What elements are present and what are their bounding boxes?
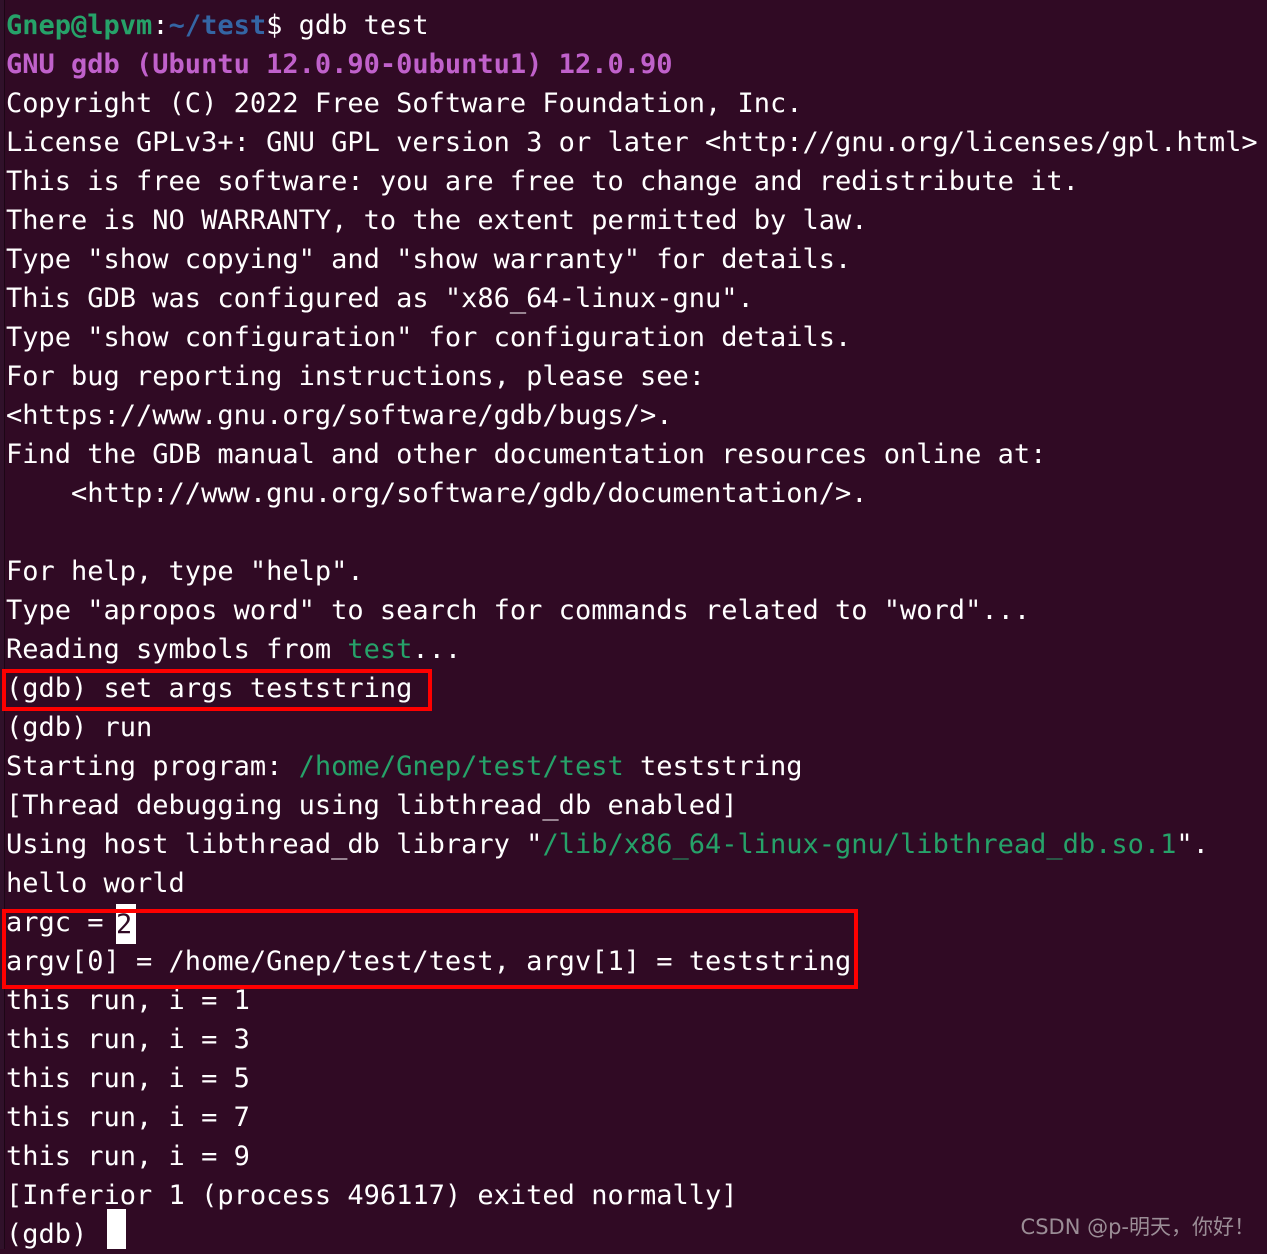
terminal-line-run-i-3: this run, i = 3 bbox=[6, 1020, 1261, 1059]
terminal-text-segment: /lib/x86_64-linux-gnu/libthread_db.so.1 bbox=[542, 829, 1177, 860]
terminal-line-hello-world: hello world bbox=[6, 864, 1261, 903]
terminal-text-segment: Reading symbols from bbox=[6, 634, 348, 665]
terminal-window[interactable]: Gnep@lpvm:~/test$ gdb test GNU gdb (Ubunt… bbox=[0, 0, 1267, 1250]
terminal-line-starting-program: Starting program: /home/Gnep/test/test t… bbox=[6, 747, 1261, 786]
terminal-text-segment: There is NO WARRANTY, to the extent perm… bbox=[6, 205, 868, 236]
window-left-border bbox=[4, 0, 5, 1249]
terminal-line-run-i-7: this run, i = 7 bbox=[6, 1098, 1261, 1137]
terminal-output: Gnep@lpvm:~/test$ gdb test GNU gdb (Ubunt… bbox=[6, 6, 1261, 1254]
terminal-line-find-manual: Find the GDB manual and other documentat… bbox=[6, 435, 1261, 474]
terminal-text-segment: This is free software: you are free to c… bbox=[6, 166, 1079, 197]
terminal-line-run-i-1: this run, i = 1 bbox=[6, 981, 1261, 1020]
terminal-line-license: License GPLv3+: GNU GPL version 3 or lat… bbox=[6, 123, 1261, 162]
terminal-line-gdb-version: GNU gdb (Ubuntu 12.0.90-0ubuntu1) 12.0.9… bbox=[6, 45, 1261, 84]
terminal-line-argv: argv[0] = /home/Gnep/test/test, argv[1] … bbox=[6, 942, 1261, 981]
terminal-text-segment: Find the GDB manual and other documentat… bbox=[6, 439, 1047, 470]
terminal-text-segment: : bbox=[152, 10, 169, 41]
terminal-line-prompt-line: Gnep@lpvm:~/test$ gdb test bbox=[6, 6, 1261, 45]
argc-value-highlighted-char: 2 bbox=[116, 909, 133, 940]
terminal-text-segment: $ gdb test bbox=[266, 10, 429, 41]
terminal-text-segment: this run, i = 5 bbox=[6, 1063, 250, 1094]
terminal-cursor bbox=[107, 1209, 126, 1249]
terminal-text-segment: ... bbox=[412, 634, 462, 665]
terminal-text-segment: this run, i = 7 bbox=[6, 1102, 250, 1133]
terminal-line-free-software: This is free software: you are free to c… bbox=[6, 162, 1261, 201]
terminal-text-segment: [Thread debugging using libthread_db ena… bbox=[6, 790, 738, 821]
terminal-text-segment: License GPLv3+: GNU GPL version 3 or lat… bbox=[6, 127, 1258, 158]
terminal-line-inferior-exited: [Inferior 1 (process 496117) exited norm… bbox=[6, 1176, 1261, 1215]
terminal-text-segment: This GDB was configured as "x86_64-linux… bbox=[6, 283, 754, 314]
terminal-text-segment: <http://www.gnu.org/software/gdb/documen… bbox=[6, 478, 868, 509]
terminal-text-segment: ". bbox=[1176, 829, 1209, 860]
terminal-text-segment: hello world bbox=[6, 868, 185, 899]
terminal-text-segment: [Inferior 1 (process 496117) exited norm… bbox=[6, 1180, 738, 1211]
terminal-line-using-host-libthread: Using host libthread_db library "/lib/x8… bbox=[6, 825, 1261, 864]
terminal-line-copyright: Copyright (C) 2022 Free Software Foundat… bbox=[6, 84, 1261, 123]
terminal-line-run-cmd: (gdb) run bbox=[6, 708, 1261, 747]
terminal-text-segment: Copyright (C) 2022 Free Software Foundat… bbox=[6, 88, 803, 119]
terminal-text-segment: For bug reporting instructions, please s… bbox=[6, 361, 705, 392]
terminal-text-segment: Starting program: bbox=[6, 751, 299, 782]
terminal-text-segment: (gdb) run bbox=[6, 712, 153, 743]
terminal-text-segment: Using host libthread_db library " bbox=[6, 829, 543, 860]
terminal-line-type-show-config: Type "show configuration" for configurat… bbox=[6, 318, 1261, 357]
terminal-text-segment: Type "show copying" and "show warranty" … bbox=[6, 244, 852, 275]
terminal-text-segment: argv[0] = /home/Gnep/test/test, argv[1] … bbox=[6, 946, 852, 977]
terminal-line-run-i-5: this run, i = 5 bbox=[6, 1059, 1261, 1098]
terminal-text-segment: For help, type "help". bbox=[6, 556, 364, 587]
terminal-line-reading-symbols: Reading symbols from test... bbox=[6, 630, 1261, 669]
csdn-watermark: CSDN @p-明天，你好！ bbox=[1020, 1215, 1255, 1239]
terminal-line-blank-1 bbox=[6, 513, 1261, 552]
terminal-text-segment: (gdb) set args teststring bbox=[6, 673, 413, 704]
terminal-text-segment: this run, i = 1 bbox=[6, 985, 250, 1016]
terminal-text-segment: teststring bbox=[639, 751, 803, 782]
terminal-line-type-show-copying: Type "show copying" and "show warranty" … bbox=[6, 240, 1261, 279]
terminal-line-thread-debugging: [Thread debugging using libthread_db ena… bbox=[6, 786, 1261, 825]
terminal-line-argc: argc = 2 bbox=[6, 903, 1261, 942]
terminal-text-segment: GNU gdb (Ubuntu 12.0.90-0ubuntu1) 12.0.9… bbox=[6, 49, 673, 80]
terminal-line-for-help: For help, type "help". bbox=[6, 552, 1261, 591]
terminal-text-segment: ~/test bbox=[168, 10, 267, 41]
terminal-text-segment: (gdb) bbox=[6, 1219, 104, 1250]
terminal-text-segment: this run, i = 9 bbox=[6, 1141, 250, 1172]
terminal-text-segment: Type "show configuration" for configurat… bbox=[6, 322, 852, 353]
terminal-line-docs-url: <http://www.gnu.org/software/gdb/documen… bbox=[6, 474, 1261, 513]
terminal-text-segment: Type "apropos word" to search for comman… bbox=[6, 595, 1031, 626]
terminal-text-segment: this run, i = 3 bbox=[6, 1024, 250, 1055]
terminal-line-gdb-configured: This GDB was configured as "x86_64-linux… bbox=[6, 279, 1261, 318]
terminal-line-bugs-url: <https://www.gnu.org/software/gdb/bugs/>… bbox=[6, 396, 1261, 435]
terminal-line-run-i-9: this run, i = 9 bbox=[6, 1137, 1261, 1176]
terminal-line-set-args: (gdb) set args teststring bbox=[6, 669, 1261, 708]
terminal-text-segment: Gnep@lpvm bbox=[6, 10, 153, 41]
terminal-text-segment: /home/Gnep/test/test bbox=[298, 751, 640, 782]
terminal-line-apropos: Type "apropos word" to search for comman… bbox=[6, 591, 1261, 630]
terminal-line-bug-reporting: For bug reporting instructions, please s… bbox=[6, 357, 1261, 396]
terminal-line-no-warranty: There is NO WARRANTY, to the extent perm… bbox=[6, 201, 1261, 240]
terminal-text-segment: test bbox=[347, 634, 413, 665]
terminal-text-segment: <https://www.gnu.org/software/gdb/bugs/>… bbox=[6, 400, 673, 431]
